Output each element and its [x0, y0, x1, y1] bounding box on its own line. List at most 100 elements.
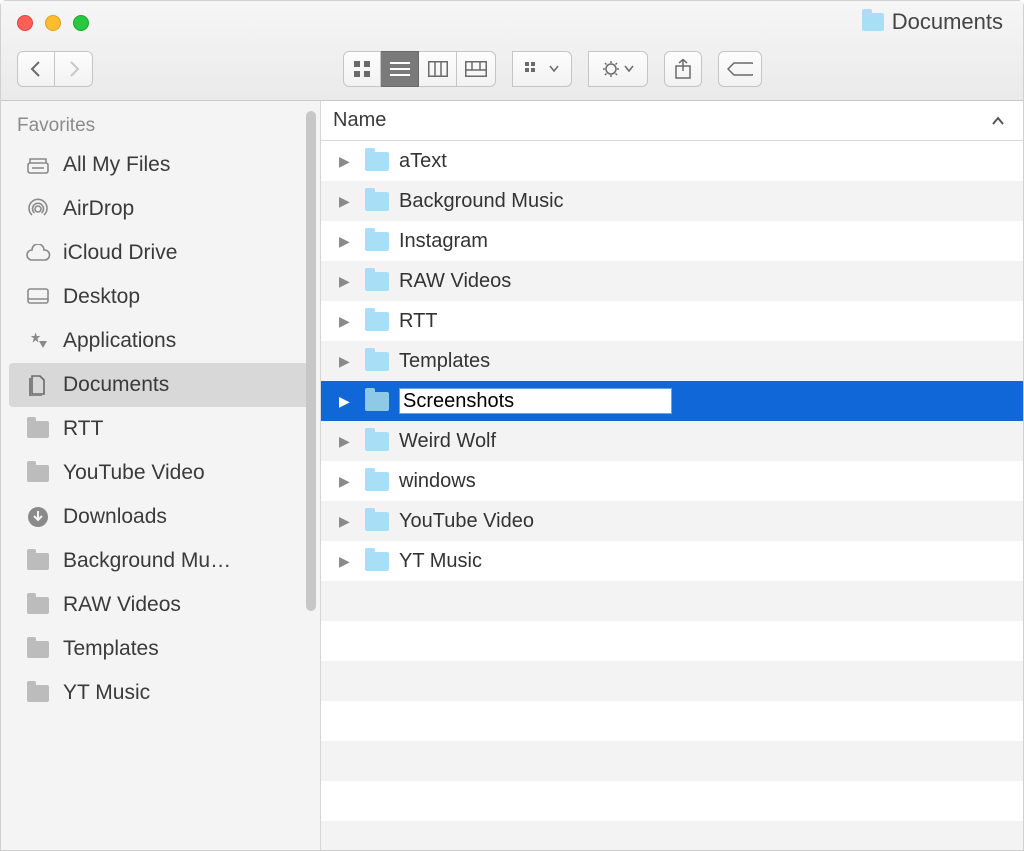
file-pane: Name ▶ aText ▶ Background Music ▶ [321, 101, 1023, 850]
sidebar[interactable]: Favorites All My Files AirDrop iCloud Dr… [1, 101, 321, 850]
disclosure-triangle-icon[interactable]: ▶ [339, 193, 355, 210]
folder-icon [862, 13, 884, 31]
disclosure-triangle-icon[interactable]: ▶ [339, 513, 355, 530]
empty-row [321, 661, 1023, 701]
disclosure-triangle-icon[interactable]: ▶ [339, 393, 355, 410]
file-row[interactable]: ▶ RTT [321, 301, 1023, 341]
file-list[interactable]: ▶ aText ▶ Background Music ▶ Instagram ▶ [321, 141, 1023, 850]
file-name: YT Music [399, 550, 482, 573]
sidebar-item-label: Desktop [63, 285, 140, 309]
content-area: Favorites All My Files AirDrop iCloud Dr… [1, 101, 1023, 850]
folder-icon [365, 392, 389, 411]
documents-icon [25, 374, 51, 396]
sidebar-item-label: Applications [63, 329, 176, 353]
arrange-button[interactable] [512, 51, 572, 87]
file-row[interactable]: ▶ Templates [321, 341, 1023, 381]
share-button[interactable] [664, 51, 702, 87]
folder-icon [365, 512, 389, 531]
all-my-files-icon [25, 154, 51, 176]
tags-button[interactable] [718, 51, 762, 87]
icon-view-button[interactable] [343, 51, 381, 87]
column-view-button[interactable] [419, 51, 457, 87]
empty-row [321, 621, 1023, 661]
sort-indicator-icon[interactable] [991, 116, 1005, 126]
sidebar-item-documents[interactable]: Documents [9, 363, 312, 407]
file-row[interactable]: ▶ aText [321, 141, 1023, 181]
disclosure-triangle-icon[interactable]: ▶ [339, 313, 355, 330]
forward-button[interactable] [55, 51, 93, 87]
file-name: RAW Videos [399, 270, 511, 293]
folder-icon [365, 352, 389, 371]
column-header-row[interactable]: Name [321, 101, 1023, 141]
folder-icon [25, 462, 51, 484]
folder-icon [365, 432, 389, 451]
list-view-button[interactable] [381, 51, 419, 87]
coverflow-view-button[interactable] [457, 51, 496, 87]
titlebar: Documents [1, 1, 1023, 101]
sidebar-item-applications[interactable]: Applications [1, 319, 320, 363]
traffic-lights [1, 15, 89, 31]
file-name: YouTube Video [399, 510, 534, 533]
action-group [588, 51, 648, 87]
file-row[interactable]: ▶ Instagram [321, 221, 1023, 261]
close-window-button[interactable] [17, 15, 33, 31]
folder-icon [365, 272, 389, 291]
sidebar-item-downloads[interactable]: Downloads [1, 495, 320, 539]
sidebar-scrollbar[interactable] [306, 111, 316, 611]
file-row[interactable]: ▶ YT Music [321, 541, 1023, 581]
sidebar-item-label: Background Mu… [63, 549, 231, 573]
disclosure-triangle-icon[interactable]: ▶ [339, 433, 355, 450]
disclosure-triangle-icon[interactable]: ▶ [339, 233, 355, 250]
sidebar-item-label: All My Files [63, 153, 170, 177]
folder-icon [25, 550, 51, 572]
sidebar-item-airdrop[interactable]: AirDrop [1, 187, 320, 231]
sidebar-item-label: YT Music [63, 681, 150, 705]
file-row[interactable]: ▶ Weird Wolf [321, 421, 1023, 461]
sidebar-item-background-music[interactable]: Background Mu… [1, 539, 320, 583]
empty-row [321, 581, 1023, 621]
sidebar-item-all-my-files[interactable]: All My Files [1, 143, 320, 187]
toolbar [1, 45, 1023, 100]
sidebar-item-raw-videos[interactable]: RAW Videos [1, 583, 320, 627]
sidebar-item-youtube-video[interactable]: YouTube Video [1, 451, 320, 495]
file-name: aText [399, 150, 447, 173]
sidebar-item-yt-music[interactable]: YT Music [1, 671, 320, 715]
file-row-selected[interactable]: ▶ [321, 381, 1023, 421]
sidebar-item-icloud-drive[interactable]: iCloud Drive [1, 231, 320, 275]
sidebar-item-templates[interactable]: Templates [1, 627, 320, 671]
file-row[interactable]: ▶ RAW Videos [321, 261, 1023, 301]
file-rename-input[interactable] [399, 388, 672, 414]
disclosure-triangle-icon[interactable]: ▶ [339, 353, 355, 370]
disclosure-triangle-icon[interactable]: ▶ [339, 553, 355, 570]
sidebar-item-label: RTT [63, 417, 103, 441]
folder-icon [365, 232, 389, 251]
window-title-text: Documents [892, 9, 1003, 35]
file-row[interactable]: ▶ Background Music [321, 181, 1023, 221]
icloud-icon [25, 242, 51, 264]
file-row[interactable]: ▶ YouTube Video [321, 501, 1023, 541]
column-header-name[interactable]: Name [333, 109, 386, 132]
action-button[interactable] [588, 51, 648, 87]
disclosure-triangle-icon[interactable]: ▶ [339, 273, 355, 290]
sidebar-item-label: iCloud Drive [63, 241, 177, 265]
zoom-window-button[interactable] [73, 15, 89, 31]
sidebar-section-favorites: Favorites [1, 111, 320, 143]
minimize-window-button[interactable] [45, 15, 61, 31]
applications-icon [25, 330, 51, 352]
sidebar-item-label: Downloads [63, 505, 167, 529]
view-mode-buttons [343, 51, 496, 87]
sidebar-item-label: Documents [63, 373, 169, 397]
nav-buttons [17, 51, 93, 87]
empty-row [321, 741, 1023, 781]
file-name: Instagram [399, 230, 488, 253]
empty-row [321, 821, 1023, 850]
sidebar-item-desktop[interactable]: Desktop [1, 275, 320, 319]
folder-icon [365, 312, 389, 331]
folder-icon [365, 192, 389, 211]
disclosure-triangle-icon[interactable]: ▶ [339, 473, 355, 490]
window-title: Documents [862, 9, 1003, 35]
back-button[interactable] [17, 51, 55, 87]
file-row[interactable]: ▶ windows [321, 461, 1023, 501]
sidebar-item-rtt[interactable]: RTT [1, 407, 320, 451]
disclosure-triangle-icon[interactable]: ▶ [339, 153, 355, 170]
